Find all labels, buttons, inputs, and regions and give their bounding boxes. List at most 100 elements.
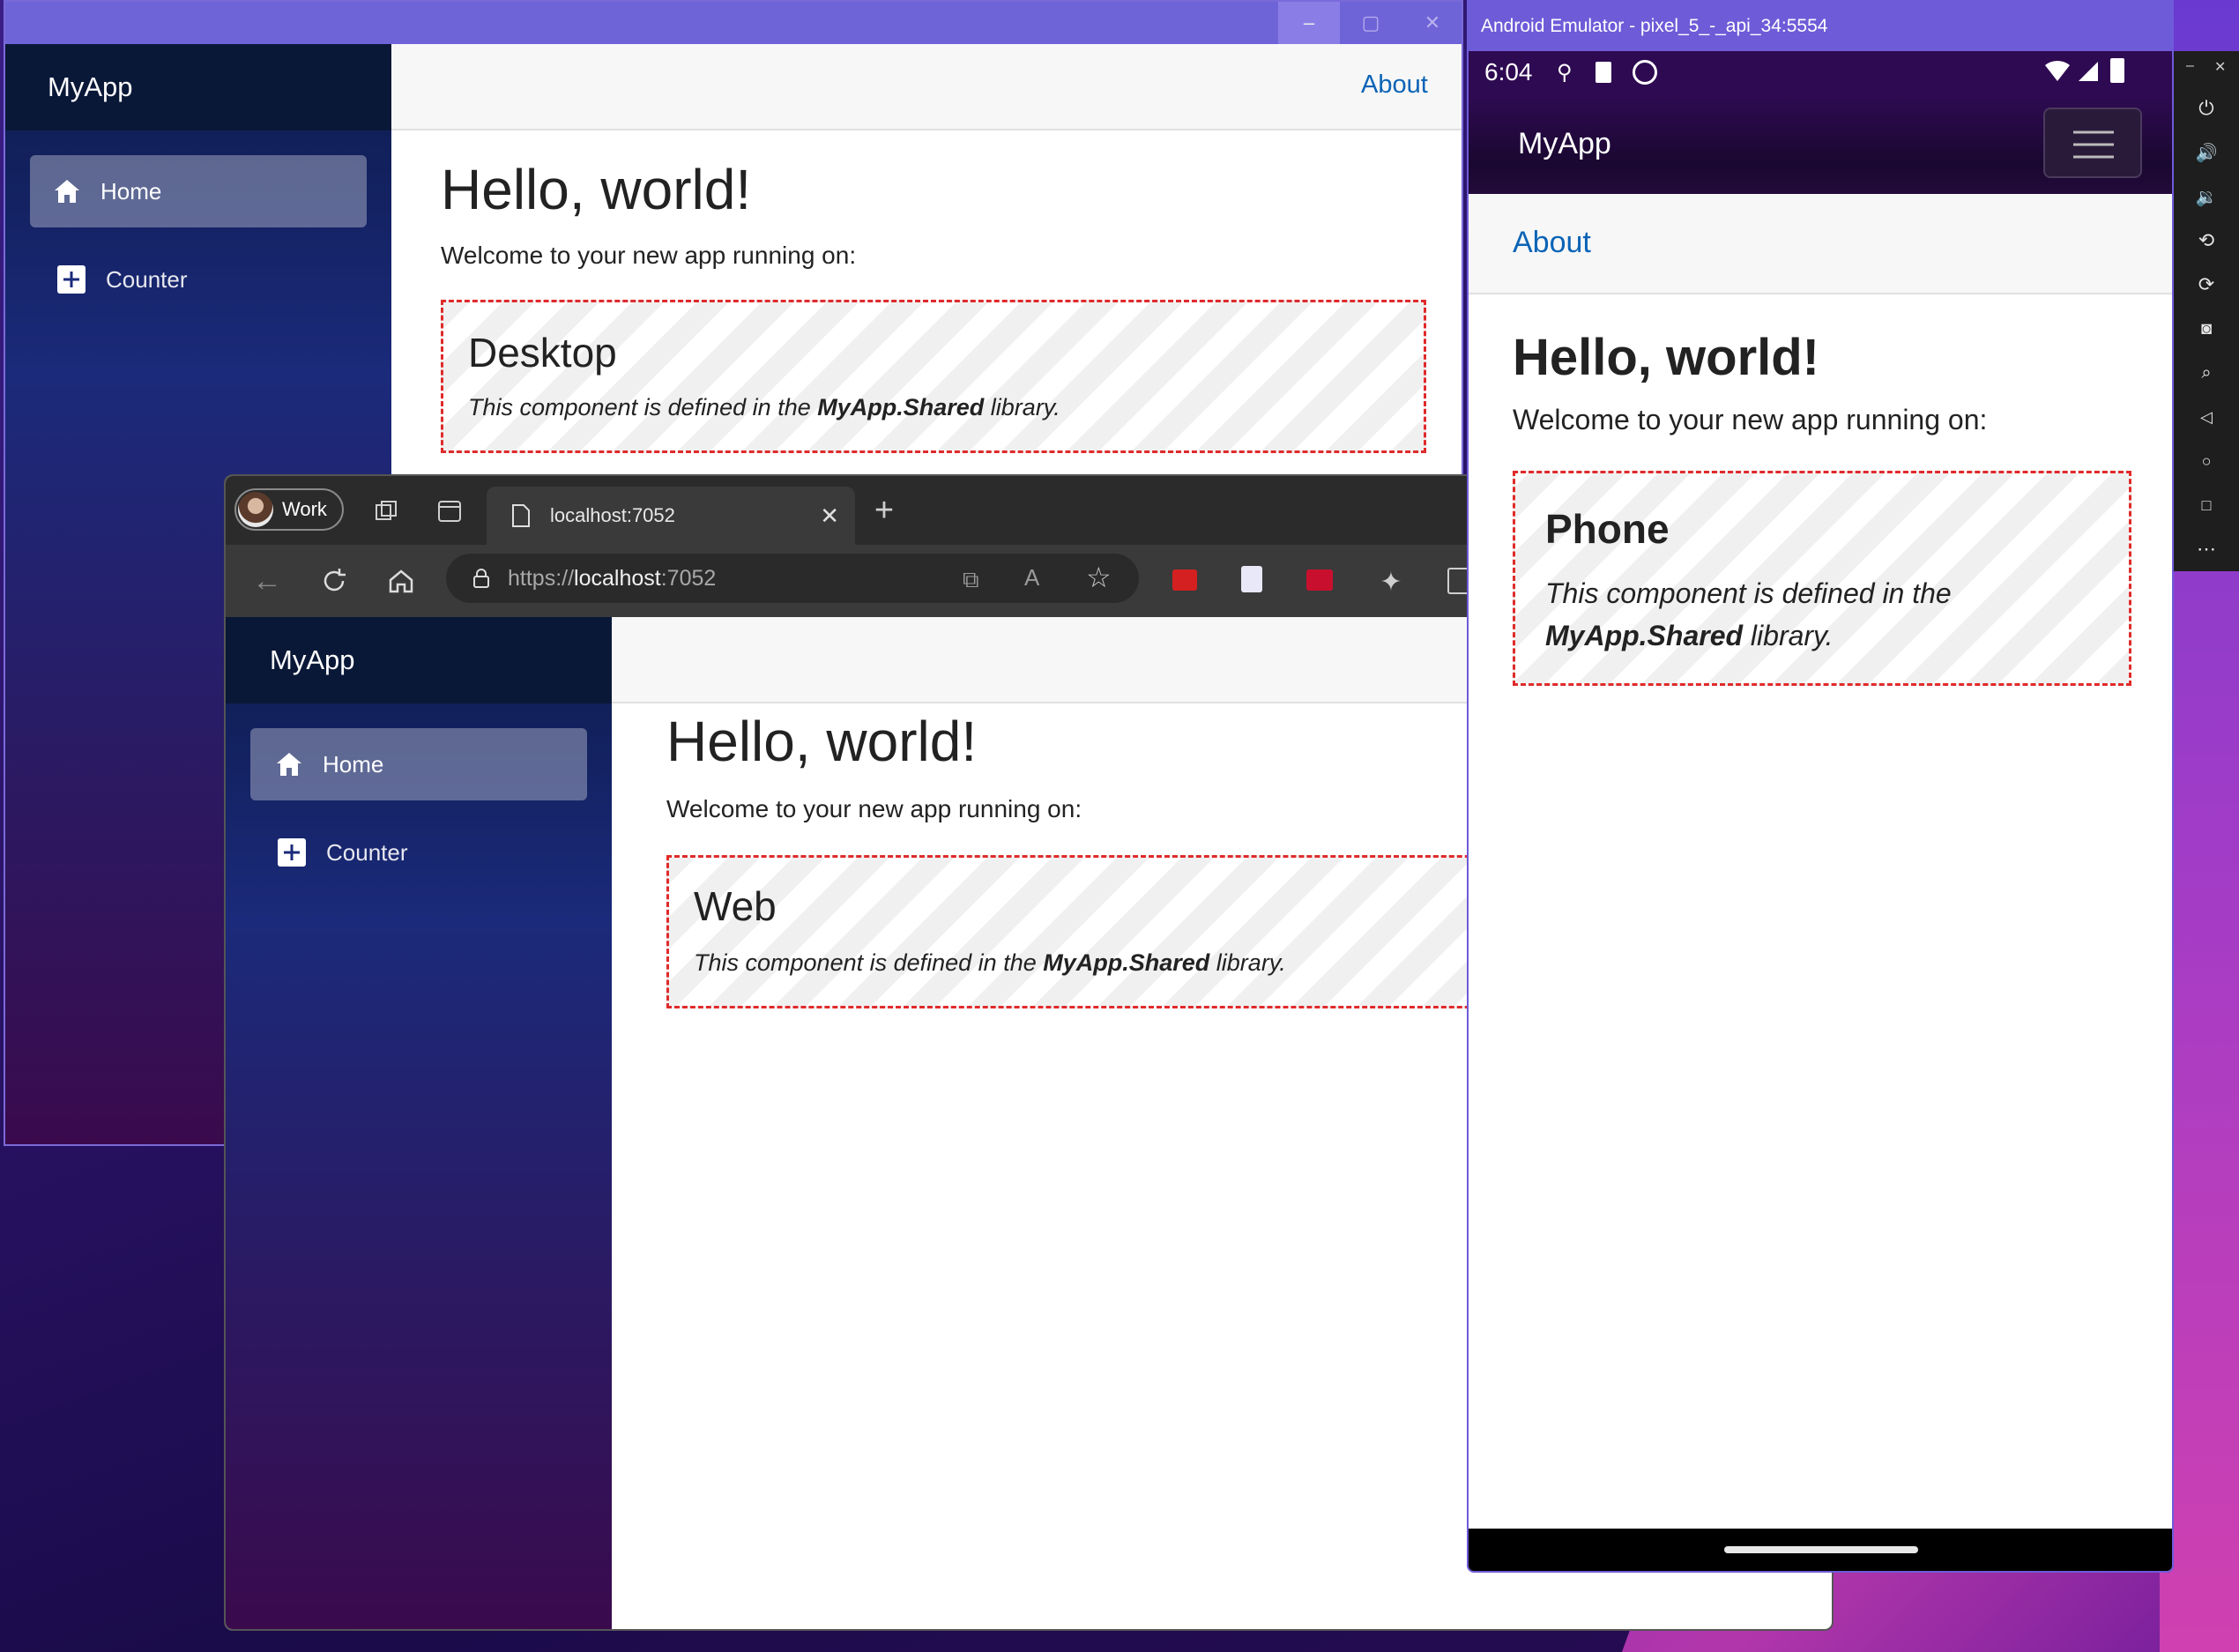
volume-up-icon[interactable]: 🔊 bbox=[2174, 130, 2239, 175]
emulator-toolbar: – ✕ ⏻ 🔊 🔉 ⟲ ⟳ ◙ ⌕ ◁ ○ □ ⋯ bbox=[2174, 51, 2239, 571]
phone-desc-post: library. bbox=[1750, 620, 1834, 651]
rotate-left-icon[interactable]: ⟲ bbox=[2174, 219, 2239, 263]
web-brand[interactable]: MyApp bbox=[226, 617, 612, 703]
profile-label: Work bbox=[282, 498, 327, 520]
battery-icon bbox=[2110, 58, 2124, 83]
read-aloud-icon[interactable]: A bbox=[1024, 564, 1039, 592]
rotate-right-icon[interactable]: ⟳ bbox=[2174, 263, 2239, 307]
web-desc-pre: This component is defined in the bbox=[694, 949, 1037, 976]
extension-doc-icon[interactable] bbox=[1241, 566, 1262, 592]
hamburger-menu-button[interactable] bbox=[2043, 108, 2142, 178]
web-nav-home-label: Home bbox=[323, 750, 384, 778]
toolbar-close-button[interactable]: ✕ bbox=[2214, 58, 2226, 76]
status-bar: 6:04 ⚲ bbox=[1469, 51, 2172, 95]
nav-counter[interactable]: Counter bbox=[30, 243, 367, 316]
extension-red-icon[interactable] bbox=[1172, 569, 1197, 591]
plus-icon bbox=[56, 264, 86, 294]
phone-page-title: Hello, world! bbox=[1513, 329, 1819, 386]
new-tab-icon[interactable]: + bbox=[864, 490, 904, 531]
status-time: 6:04 bbox=[1484, 58, 1533, 86]
hamburger-icon bbox=[2073, 130, 2114, 159]
desc-pre: This component is defined in the bbox=[468, 394, 811, 420]
phone-platform-desc: This component is defined in the MyApp.S… bbox=[1545, 572, 1952, 657]
phone-welcome-text: Welcome to your new app running on: bbox=[1513, 404, 1988, 435]
tab-close-icon[interactable]: ✕ bbox=[820, 502, 839, 530]
web-nav-home[interactable]: Home bbox=[250, 728, 587, 800]
refresh-icon[interactable] bbox=[314, 561, 354, 601]
lock-icon bbox=[472, 568, 490, 589]
about-link[interactable]: About bbox=[1361, 71, 1428, 100]
url-field[interactable]: https://localhost:7052 ⧉ A ☆ bbox=[446, 554, 1139, 603]
web-platform-desc: This component is defined in the MyApp.S… bbox=[694, 949, 1286, 977]
usb-debug-icon: ⚲ bbox=[1557, 61, 1573, 85]
extension-rec-icon[interactable] bbox=[1306, 569, 1333, 591]
phone-about-link[interactable]: About bbox=[1513, 226, 1591, 260]
profile-button[interactable]: Work bbox=[234, 488, 344, 531]
url-host: localhost bbox=[574, 565, 661, 591]
nav-counter-label: Counter bbox=[106, 265, 188, 293]
phone-desc-lib-line: MyApp.Shared library. bbox=[1545, 614, 1952, 657]
extensions-icon[interactable]: ✦ bbox=[1372, 562, 1410, 601]
phone-header: MyApp bbox=[1469, 95, 2172, 194]
phone-platform-name: Phone bbox=[1545, 506, 1670, 552]
signal-icon bbox=[2077, 60, 2100, 87]
home-nav-icon[interactable]: ○ bbox=[2174, 439, 2239, 483]
more-icon[interactable]: ⋯ bbox=[2174, 527, 2239, 571]
power-icon[interactable]: ⏻ bbox=[2174, 86, 2239, 130]
web-platform-name: Web bbox=[694, 883, 777, 929]
home-gesture-handle[interactable] bbox=[1724, 1546, 1918, 1553]
sync-icon bbox=[1633, 60, 1657, 85]
desktop-topbar bbox=[391, 44, 1462, 130]
overview-nav-icon[interactable]: □ bbox=[2174, 483, 2239, 527]
web-welcome-text: Welcome to your new app running on: bbox=[666, 795, 1082, 822]
avatar bbox=[238, 492, 273, 527]
desc-post: library. bbox=[990, 394, 1060, 420]
tab-localhost[interactable]: localhost:7052 ✕ bbox=[487, 487, 855, 545]
phone-desc-lib: MyApp.Shared bbox=[1545, 620, 1744, 651]
tab-actions-icon[interactable] bbox=[430, 492, 469, 531]
back-icon[interactable]: ← bbox=[247, 561, 287, 601]
wifi-icon bbox=[2043, 60, 2072, 87]
desktop-titlebar: – ▢ ✕ bbox=[5, 2, 1462, 44]
web-desc-lib: MyApp.Shared bbox=[1043, 949, 1210, 976]
nav-home-label: Home bbox=[100, 177, 162, 205]
gesture-nav-bar bbox=[1469, 1529, 2172, 1571]
web-nav-counter-label: Counter bbox=[326, 838, 408, 866]
camera-icon[interactable]: ◙ bbox=[2174, 307, 2239, 351]
welcome-text: Welcome to your new app running on: bbox=[441, 242, 857, 269]
favorite-icon[interactable]: ☆ bbox=[1086, 561, 1112, 594]
page-icon bbox=[511, 503, 531, 528]
home-icon bbox=[53, 178, 81, 205]
maximize-button[interactable]: ▢ bbox=[1340, 2, 1402, 44]
toolbar-minimize-button[interactable]: – bbox=[2186, 58, 2194, 74]
close-button[interactable]: ✕ bbox=[1402, 2, 1462, 44]
platform-desc: This component is defined in the MyApp.S… bbox=[468, 394, 1060, 421]
desktop-brand[interactable]: MyApp bbox=[5, 44, 391, 130]
web-sidebar: MyApp Home Counter bbox=[226, 617, 612, 1629]
phone-brand[interactable]: MyApp bbox=[1518, 127, 1611, 161]
platform-box: Desktop This component is defined in the… bbox=[441, 300, 1426, 453]
page-title: Hello, world! bbox=[441, 158, 752, 221]
nav-home[interactable]: Home bbox=[30, 155, 367, 227]
url-port: :7052 bbox=[660, 565, 717, 591]
platform-name: Desktop bbox=[468, 330, 617, 376]
emulator-titlebar: Android Emulator - pixel_5_-_api_34:5554 bbox=[1469, 2, 2172, 51]
workspaces-icon[interactable] bbox=[367, 492, 405, 531]
home-icon bbox=[275, 751, 303, 778]
phone-desc-pre: This component is defined in the bbox=[1545, 577, 1952, 609]
volume-down-icon[interactable]: 🔉 bbox=[2174, 175, 2239, 219]
plus-icon bbox=[277, 837, 307, 867]
phone-platform-box: Phone This component is defined in the M… bbox=[1513, 471, 2131, 686]
app-available-icon[interactable]: ⧉ bbox=[963, 566, 979, 594]
emulator-window: Android Emulator - pixel_5_-_api_34:5554… bbox=[1467, 0, 2174, 1573]
home-button-icon[interactable] bbox=[381, 561, 421, 601]
sd-card-icon bbox=[1596, 62, 1611, 83]
back-nav-icon[interactable]: ◁ bbox=[2174, 395, 2239, 439]
web-nav-counter[interactable]: Counter bbox=[250, 816, 587, 889]
web-page-title: Hello, world! bbox=[666, 710, 978, 773]
zoom-icon[interactable]: ⌕ bbox=[2174, 351, 2239, 395]
tab-title: localhost:7052 bbox=[550, 504, 675, 526]
url-prefix: https:// bbox=[508, 565, 575, 591]
desc-lib: MyApp.Shared bbox=[817, 394, 985, 420]
minimize-button[interactable]: – bbox=[1278, 2, 1340, 44]
